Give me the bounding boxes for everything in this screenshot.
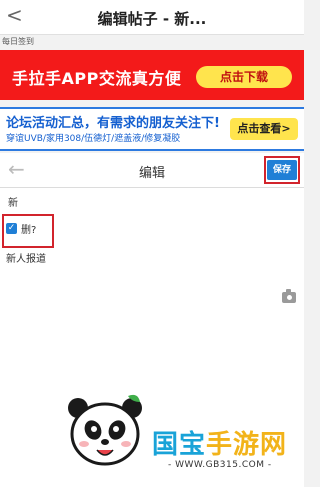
watermark-brand: 国宝手游网 <box>152 424 287 461</box>
ad-banner-subline: 穿谊UVB/家用308/伍德灯/遮盖液/修复凝胶 <box>6 134 181 144</box>
editor-title: 编辑 <box>138 166 165 181</box>
watermark-brand-part1: 国宝 <box>152 430 207 460</box>
delete-checkbox-label: 删? <box>21 225 37 236</box>
download-button[interactable]: 点击下载 <box>196 66 292 88</box>
view-button[interactable]: 点击查看> <box>230 118 298 140</box>
watermark-brand-part2: 手游网 <box>206 430 288 460</box>
top-navigation-bar: < 编辑帖子 - 新... <box>0 0 304 35</box>
panda-logo <box>68 394 142 466</box>
ad-banner-headline: 论坛活动汇总，有需求的朋友关注下! <box>6 116 220 131</box>
save-button[interactable]: 保存 <box>267 160 297 180</box>
post-title-field[interactable]: 新人报道 <box>6 250 46 265</box>
editor-header: ← 编辑 <box>0 153 304 188</box>
daily-signin-link[interactable]: 每日签到 <box>0 36 306 48</box>
ad-banner-forum[interactable]: 论坛活动汇总，有需求的朋友关注下! 穿谊UVB/家用308/伍德灯/遮盖液/修复… <box>0 107 304 151</box>
camera-icon-lens <box>286 294 293 301</box>
page-title: 编辑帖子 - 新... <box>97 10 207 28</box>
ad-banner-text: 手拉手APP交流真方便 <box>12 69 182 88</box>
camera-icon-top <box>286 289 291 292</box>
ad-banner-download[interactable]: 手拉手APP交流真方便 点击下载 <box>0 50 304 100</box>
delete-checkbox[interactable]: ✓ <box>6 223 17 234</box>
forum-name: 新 <box>8 198 18 209</box>
camera-icon[interactable] <box>282 289 296 303</box>
watermark-url: - WWW.GB315.COM - <box>168 460 272 470</box>
